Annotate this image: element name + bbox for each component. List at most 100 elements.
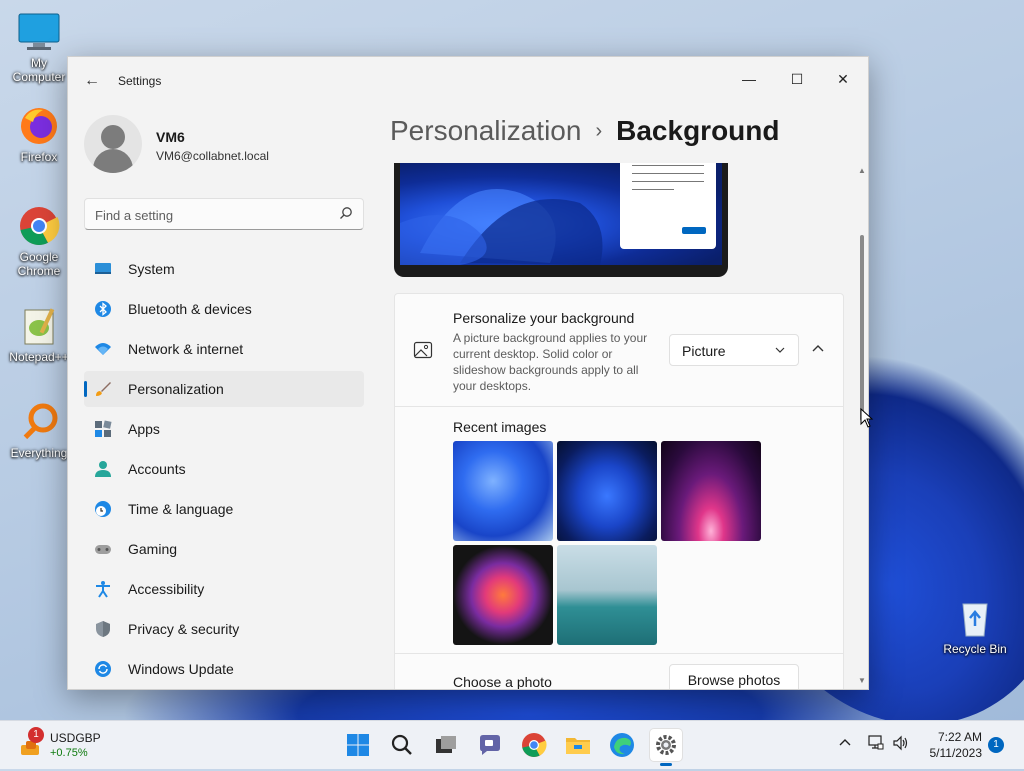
chevron-up-icon — [839, 739, 851, 746]
sidebar-item-apps[interactable]: Apps — [84, 411, 364, 447]
choose-photo-label: Choose a photo — [453, 674, 552, 689]
chrome-icon — [17, 204, 61, 248]
firefox-icon — [17, 104, 61, 148]
sidebar-nav: System Bluetooth & devices Network & int… — [84, 251, 364, 689]
sidebar-item-gaming[interactable]: Gaming — [84, 531, 364, 567]
title-bar: ← Settings — ☐ ✕ — [68, 57, 868, 105]
scroll-up-icon[interactable]: ▲ — [858, 167, 866, 175]
search-box[interactable] — [84, 198, 364, 230]
desktop-icon-firefox[interactable]: Firefox — [4, 104, 74, 164]
desktop-icon-chrome[interactable]: Google Chrome — [4, 204, 74, 278]
recent-images-title: Recent images — [453, 419, 547, 435]
edge-icon — [610, 733, 634, 757]
page-title: Background — [616, 115, 780, 146]
taskbar-file-explorer[interactable] — [562, 729, 594, 761]
sidebar-item-accounts[interactable]: Accounts — [84, 451, 364, 487]
maximize-button[interactable]: ☐ — [774, 63, 820, 95]
clock-globe-icon — [95, 501, 111, 517]
desktop-icon-recycle-bin[interactable]: Recycle Bin — [940, 596, 1010, 656]
sidebar-item-windows-update[interactable]: Windows Update — [84, 651, 364, 687]
show-hidden-icons-button[interactable] — [838, 735, 852, 752]
ticker-badge: 1 — [28, 727, 44, 743]
browse-photos-button[interactable]: Browse photos — [669, 664, 799, 689]
desktop-icon-notepadpp[interactable]: Notepad++ — [4, 304, 74, 364]
desktop-icon-everything[interactable]: Everything — [4, 400, 74, 460]
close-button[interactable]: ✕ — [820, 63, 866, 95]
background-type-dropdown[interactable]: Picture — [669, 334, 799, 366]
dropdown-value: Picture — [682, 343, 726, 359]
folder-icon — [566, 738, 590, 754]
sidebar-item-label: Privacy & security — [128, 621, 240, 637]
network-tray-button[interactable] — [866, 735, 884, 754]
window-title: Settings — [118, 74, 162, 88]
recent-image-2[interactable] — [557, 441, 657, 541]
sidebar-item-label: Network & internet — [128, 341, 244, 357]
search-input[interactable] — [93, 204, 327, 226]
bluetooth-icon — [95, 301, 111, 317]
sidebar-item-label: Apps — [128, 421, 160, 437]
desktop-icon-label: Everything — [10, 446, 68, 460]
clock-time: 7:22 AM — [937, 730, 982, 744]
desktop-icon-my-computer[interactable]: My Computer — [4, 10, 74, 84]
gear-icon — [656, 735, 676, 755]
minimize-button[interactable]: — — [726, 63, 772, 95]
background-preview — [394, 163, 728, 277]
preview-window-card — [620, 163, 716, 249]
breadcrumb-separator: › — [595, 120, 603, 142]
breadcrumb-parent[interactable]: Personalization — [390, 115, 581, 146]
recent-image-4[interactable] — [453, 545, 553, 645]
monitor-icon — [17, 10, 61, 54]
chat-icon — [480, 735, 500, 755]
choose-photo-card: Choose a photo Browse photos — [394, 653, 844, 689]
chevron-up-icon[interactable] — [807, 339, 829, 359]
taskbar: 1 USDGBP +0.75% 7:22 AM 5/11/2023 1 — [0, 720, 1024, 769]
mouse-cursor-icon — [860, 408, 874, 428]
sidebar-item-accessibility[interactable]: Accessibility — [84, 571, 364, 607]
sidebar-item-label: Bluetooth & devices — [128, 301, 252, 317]
back-arrow-icon[interactable]: ← — [82, 71, 102, 91]
scrollbar-thumb[interactable] — [860, 235, 864, 421]
recycle-bin-icon — [953, 596, 997, 640]
notepadpp-icon — [17, 304, 61, 348]
scroll-down-icon[interactable]: ▼ — [858, 677, 866, 685]
personalize-description: A picture background applies to your cur… — [453, 331, 648, 393]
taskbar-edge[interactable] — [606, 729, 638, 761]
taskbar-chrome[interactable] — [518, 729, 550, 761]
chrome-icon — [522, 733, 547, 757]
recent-image-1[interactable] — [453, 441, 553, 541]
search-icon — [340, 207, 352, 219]
recent-image-3[interactable] — [661, 441, 761, 541]
sidebar-item-label: Personalization — [128, 381, 224, 397]
sidebar-item-time-language[interactable]: Time & language — [84, 491, 364, 527]
sidebar-item-privacy[interactable]: Privacy & security — [84, 611, 364, 647]
taskbar-settings[interactable] — [650, 729, 682, 766]
sidebar-item-bluetooth[interactable]: Bluetooth & devices — [84, 291, 364, 327]
sidebar-item-label: Accounts — [128, 461, 186, 477]
clock[interactable]: 7:22 AM 5/11/2023 — [912, 729, 983, 761]
ticker-change: +0.75% — [50, 747, 88, 759]
desktop-icon-label: Recycle Bin — [943, 642, 1007, 656]
recent-image-5[interactable] — [557, 545, 657, 645]
settings-window: ← Settings — ☐ ✕ VM6 VM6@collabnet.local… — [67, 56, 869, 690]
volume-tray-button[interactable] — [892, 735, 910, 754]
preview-wallpaper — [400, 163, 722, 265]
sidebar-item-personalization[interactable]: Personalization — [84, 371, 364, 407]
notification-badge[interactable]: 1 — [988, 737, 1004, 753]
magnifier-icon — [17, 400, 61, 444]
sidebar-item-system[interactable]: System — [84, 251, 364, 287]
desktop-icon-label: Firefox — [20, 150, 58, 164]
sidebar-item-label: Windows Update — [128, 661, 234, 677]
desktop-icon-label: My Computer — [12, 56, 66, 84]
start-button[interactable] — [342, 729, 374, 761]
search-icon — [391, 734, 412, 755]
recent-images-card: Recent images — [394, 406, 844, 654]
clock-date: 5/11/2023 — [929, 746, 983, 760]
brush-icon — [96, 382, 111, 396]
person-icon — [95, 461, 111, 477]
picture-icon — [413, 341, 433, 359]
sidebar-item-network[interactable]: Network & internet — [84, 331, 364, 367]
update-icon — [95, 661, 111, 677]
task-view-button[interactable] — [430, 729, 462, 761]
taskbar-search-button[interactable] — [386, 729, 418, 761]
teams-chat-button[interactable] — [474, 729, 506, 761]
